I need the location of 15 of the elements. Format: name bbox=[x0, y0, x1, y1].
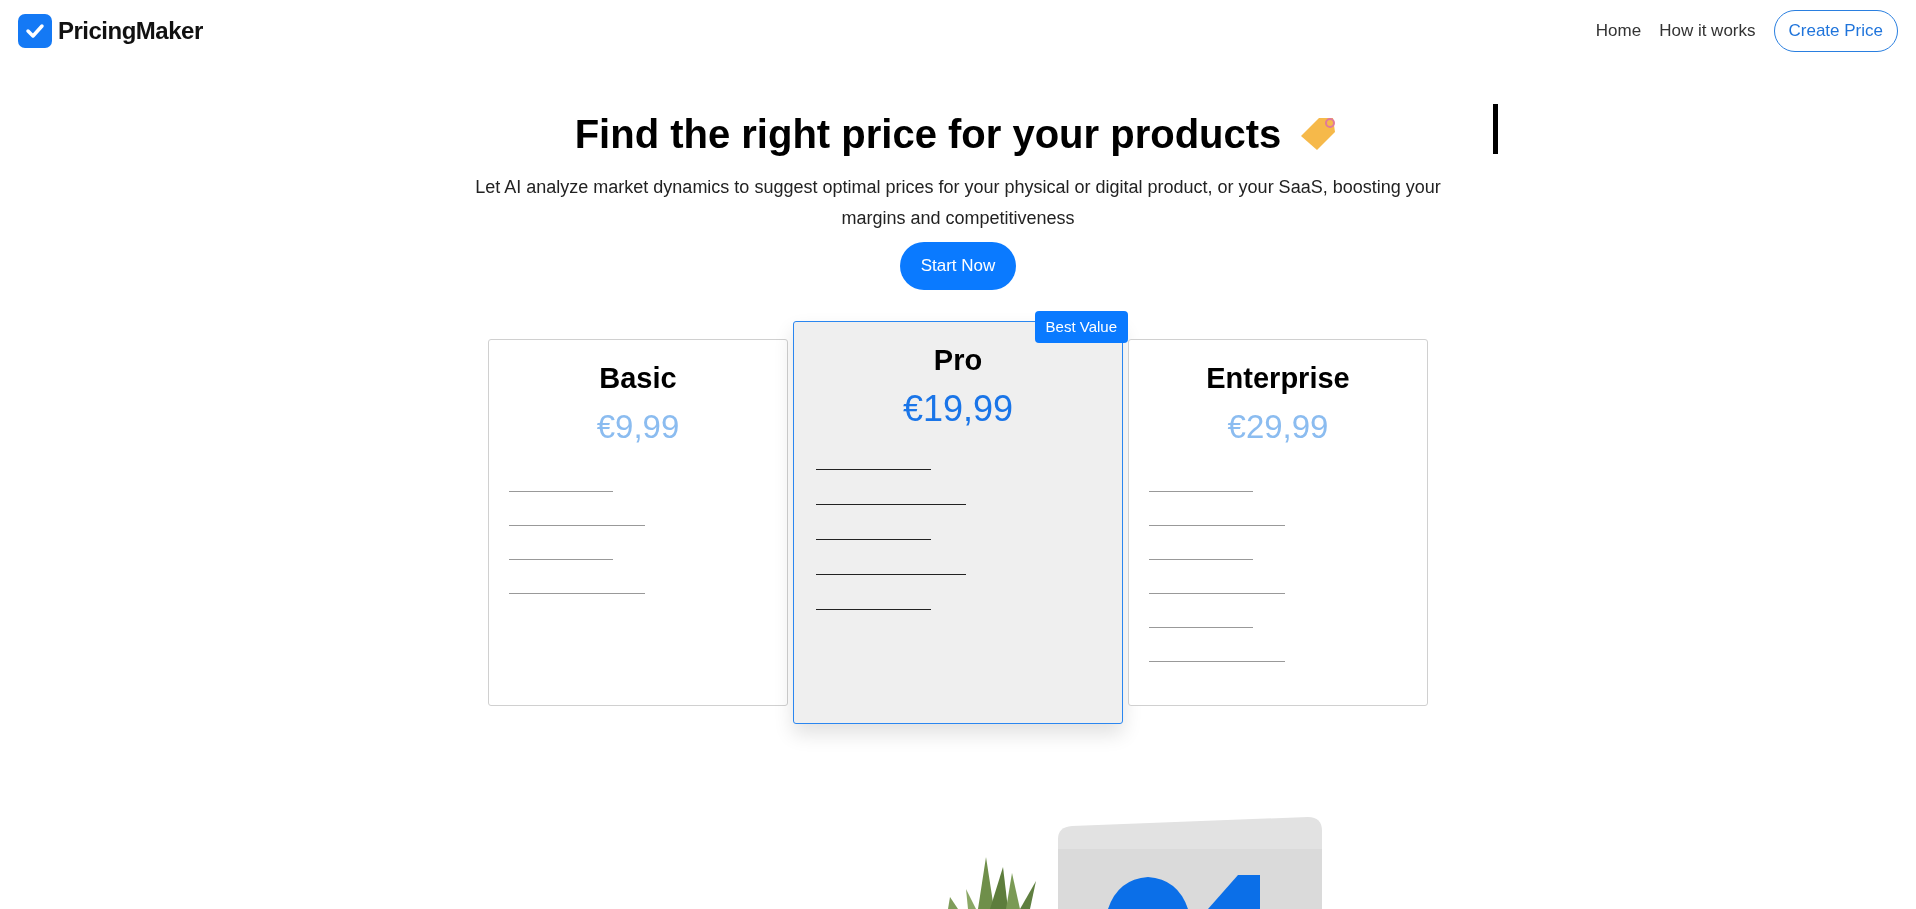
brand-name: PricingMaker bbox=[58, 16, 203, 46]
plan-name: Basic bbox=[599, 360, 677, 396]
hero-title: Find the right price for your products bbox=[574, 111, 1282, 158]
nav-link[interactable]: Home bbox=[1595, 18, 1642, 44]
plan-name: Enterprise bbox=[1206, 360, 1350, 396]
nav-link[interactable]: How it works bbox=[1659, 18, 1756, 44]
plan-name: Pro bbox=[933, 342, 983, 378]
plan-price: €9,99 bbox=[596, 406, 680, 447]
plan-price: €19,99 bbox=[902, 386, 1014, 431]
text-cursor bbox=[1493, 104, 1498, 154]
plan-price: €29,99 bbox=[1227, 406, 1329, 447]
hero-subtitle: Let AI analyze market dynamics to suggest optimal prices for your physical or digital product, or your SaaS, boosting your margins and competitiveness bbox=[474, 176, 1442, 230]
best-value-badge: Best Value bbox=[1034, 310, 1128, 343]
checkbox-logo-icon bbox=[18, 14, 52, 48]
start-now-button[interactable]: Start Now bbox=[899, 242, 1017, 290]
